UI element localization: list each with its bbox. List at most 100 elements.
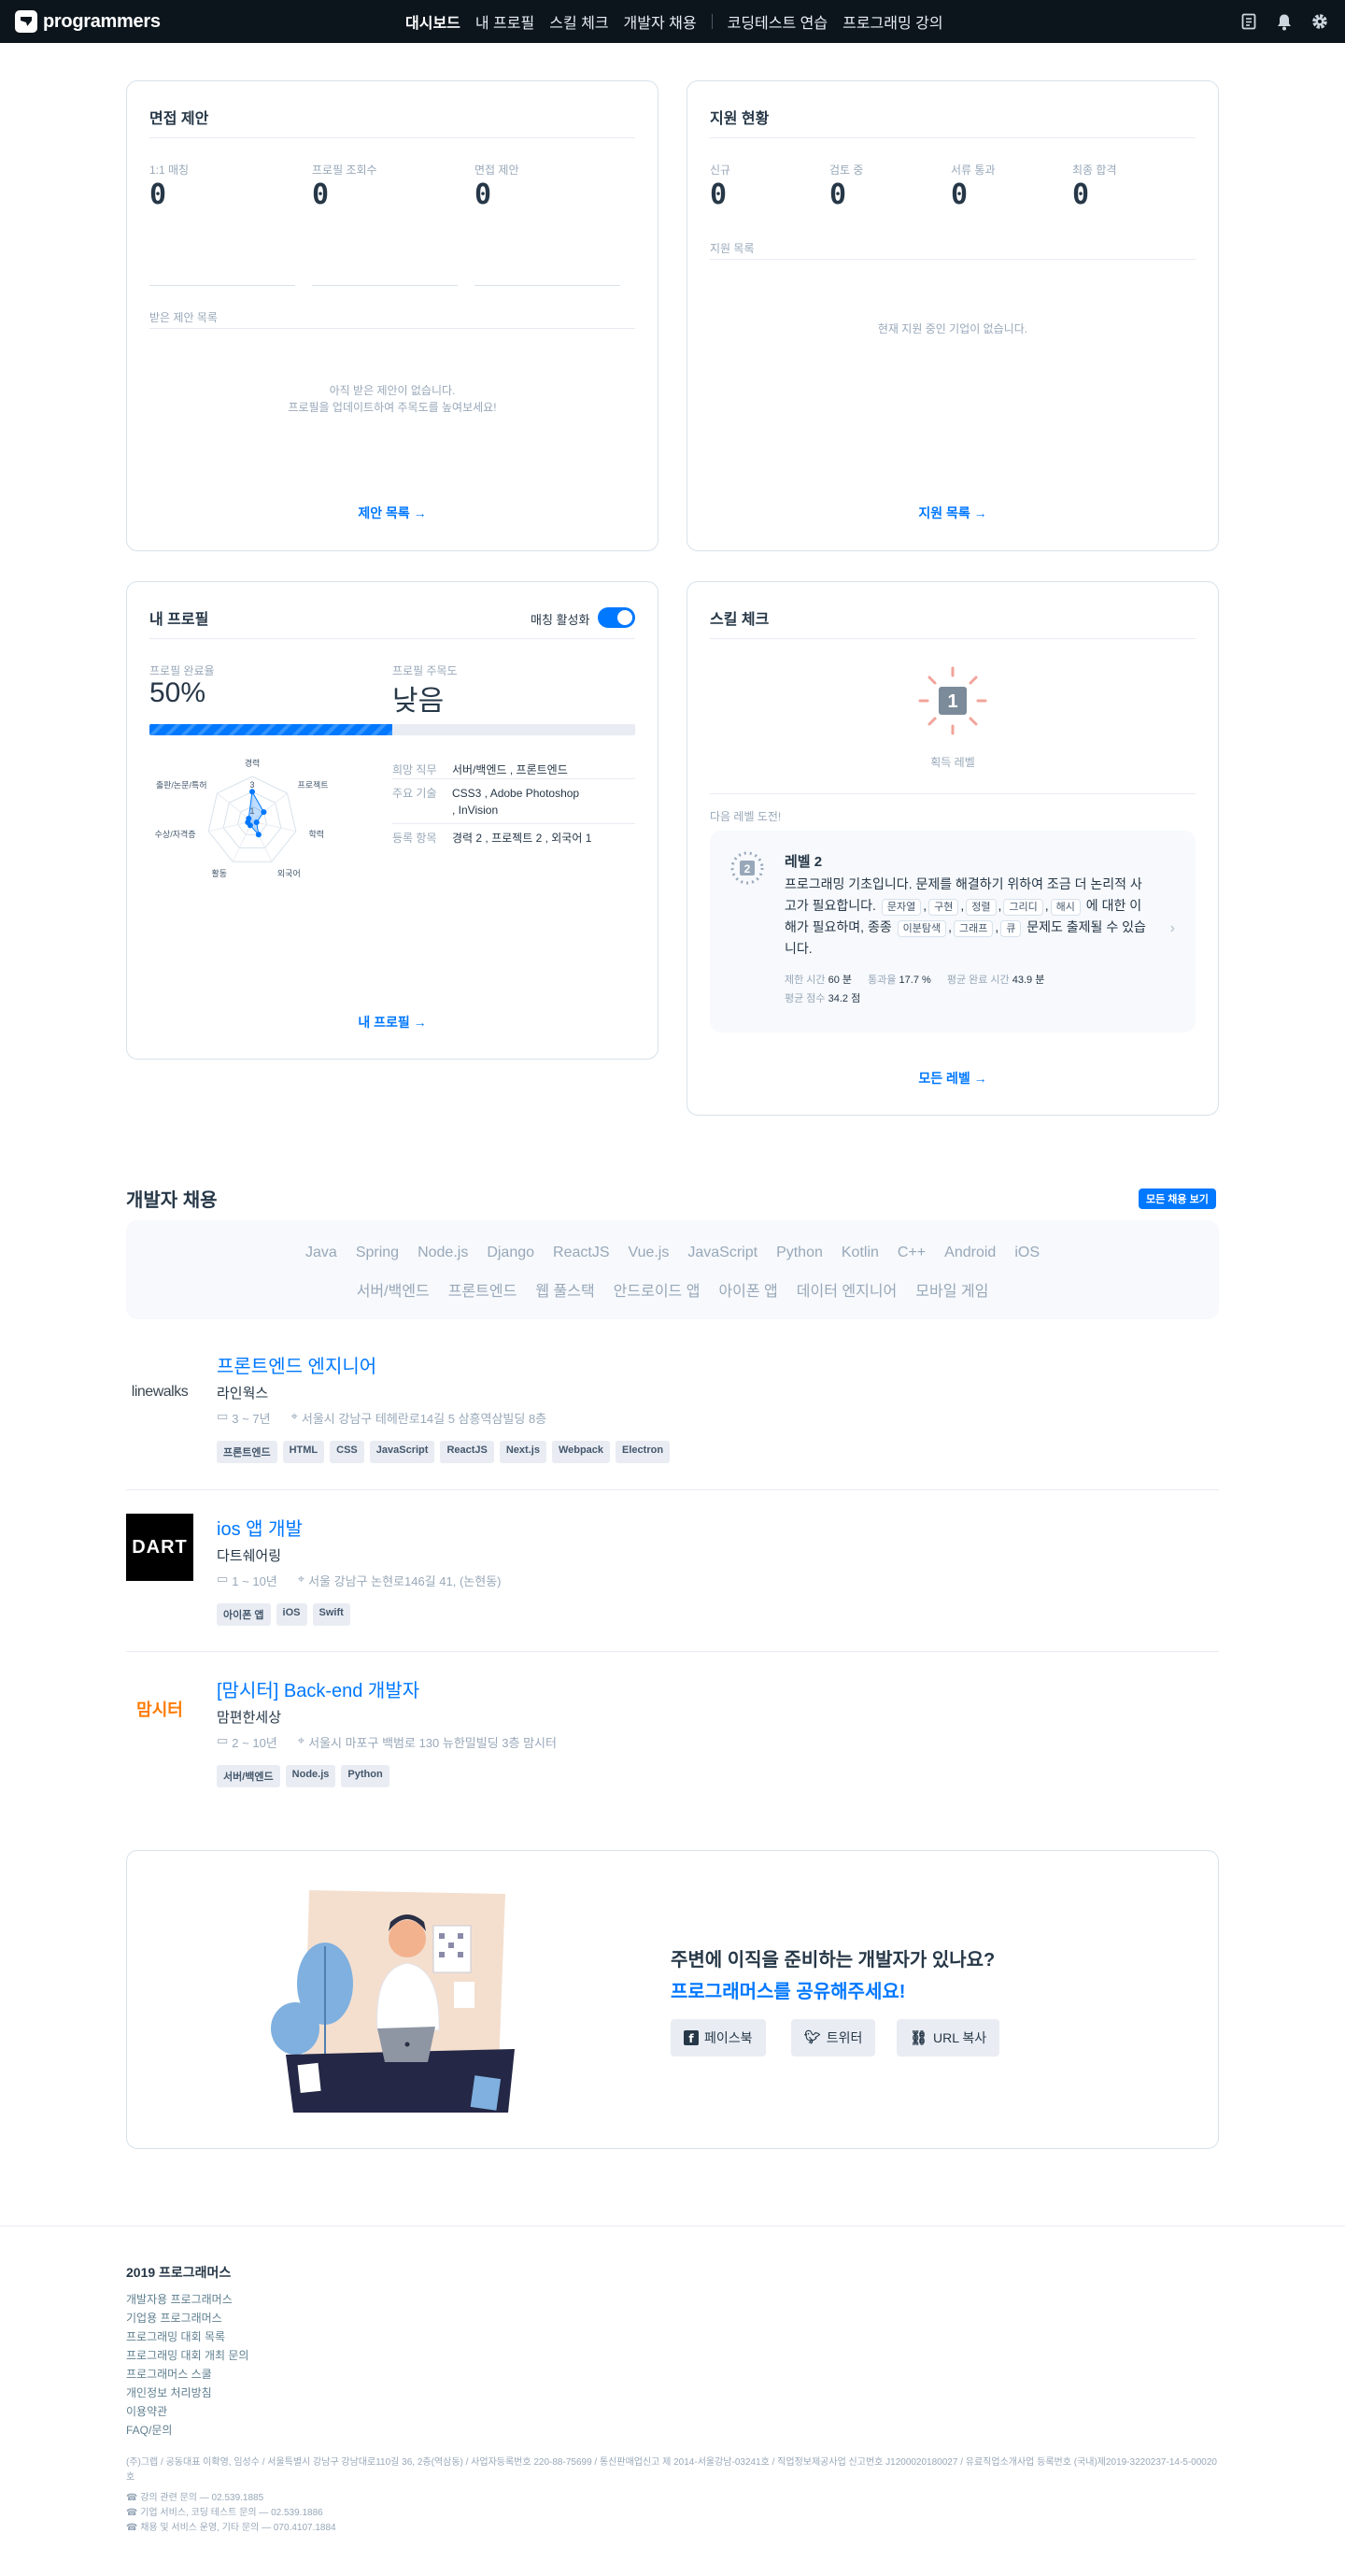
developer-illustration <box>271 1890 515 2113</box>
divider <box>710 137 1196 138</box>
tech-filter-chip[interactable]: Django <box>487 1245 534 1261</box>
footer-link[interactable]: 이용약관 <box>126 2403 167 2419</box>
tech-filter-chip[interactable]: C++ <box>898 1245 926 1261</box>
bell-icon[interactable] <box>1274 11 1295 32</box>
meta-key: 평균 완료 시간 <box>946 975 1010 986</box>
footer-link[interactable]: 개발자용 프로그래머스 <box>126 2291 233 2307</box>
radar-label: 출판/논문/특허 <box>156 780 207 790</box>
tech-filter-chip[interactable]: Python <box>776 1245 823 1261</box>
menu-dashboard[interactable]: 대시보드 <box>405 10 460 33</box>
job-tags: 아이폰 앱 iOS Swift <box>217 1603 356 1626</box>
job-meta: ▭ 2 ~ 10년 ⌖ 서울시 마포구 백범로 130 뉴한밀빌딩 3층 맘시터 <box>217 1733 557 1751</box>
divider <box>149 638 635 639</box>
footer-link[interactable]: 프로그래머스 스쿨 <box>126 2366 212 2382</box>
twitter-share-button[interactable]: 🐦︎ 트위터 <box>791 2019 876 2057</box>
job-item[interactable]: linewalks 프론트엔드 엔지니어 라인웍스 ▭ 3 ~ 7년 ⌖ 서울시 강… <box>126 1351 1219 1473</box>
footer-link[interactable]: 프로그래밍 대회 개최 문의 <box>126 2347 248 2363</box>
offers-list-link[interactable]: 제안 목록 → <box>127 504 658 522</box>
tech-filter-chip[interactable]: iOS <box>1014 1245 1040 1261</box>
position-filter-chip[interactable]: 아이폰 앱 <box>718 1278 777 1301</box>
tech-filter-chip[interactable]: Node.js <box>418 1245 468 1261</box>
jobs-section-title: 개발자 채용 <box>126 1190 218 1211</box>
job-career: 3 ~ 7년 <box>232 1412 271 1426</box>
resume-icon[interactable] <box>1239 11 1259 32</box>
all-levels-link[interactable]: 모든 레벨 → <box>687 1069 1218 1088</box>
next-level-box[interactable]: 2 레벨 2 프로그래밍 기초입니다. 문제를 해결하기 위하여 조금 더 논리… <box>710 831 1196 1032</box>
footer-link[interactable]: 기업용 프로그래머스 <box>126 2310 222 2326</box>
position-filter-chip[interactable]: 웹 풀스택 <box>535 1278 594 1301</box>
position-filter-row: 서버/백엔드 프론트엔드 웹 풀스택 안드로이드 앱 아이폰 앱 데이터 엔지니어 모바일 … <box>126 1278 1219 1301</box>
footer-link[interactable]: FAQ/문의 <box>126 2422 172 2438</box>
location-icon: ⌖ <box>297 1733 305 1747</box>
position-filter-chip[interactable]: 프론트엔드 <box>448 1278 517 1301</box>
profile-link[interactable]: 내 프로필 → <box>127 1013 658 1032</box>
tech-filter-chip[interactable]: Java <box>305 1245 337 1261</box>
info-key: 주요 기술 <box>392 787 437 800</box>
matching-toggle[interactable] <box>598 607 635 628</box>
attention-value: 낮음 <box>392 686 445 717</box>
logo-icon <box>15 10 37 33</box>
my-profile-card: 내 프로필 매칭 활성화 프로필 완료율 50% 프로필 주목도 낮음 경력 프로… <box>126 581 658 1060</box>
stat-value-passed: 0 <box>951 178 969 211</box>
facebook-share-button[interactable]: f 페이스북 <box>671 2019 766 2057</box>
job-title[interactable]: [맘시터] Back-end 개발자 <box>217 1675 419 1702</box>
all-jobs-button[interactable]: 모든 채용 보기 <box>1139 1188 1216 1209</box>
copy-url-button[interactable]: ⛓︎ URL 복사 <box>897 2019 1000 2057</box>
gear-icon[interactable] <box>1310 11 1330 32</box>
empty-offers-line2: 프로필을 업데이트하여 주목도를 높여보세요! <box>288 401 497 414</box>
stat-value-new: 0 <box>710 178 728 211</box>
main-menu: 대시보드 내 프로필 스킬 체크 개발자 채용 코딩테스트 연습 프로그래밍 강… <box>405 0 958 43</box>
job-filter-box: Java Spring Node.js Django ReactJS Vue.js Java… <box>126 1220 1219 1319</box>
menu-jobs[interactable]: 개발자 채용 <box>624 10 697 33</box>
matching-toggle-label: 매칭 활성화 <box>531 613 590 627</box>
info-row-skills: 주요 기술 CSS3 , Adobe Photoshop , InVision <box>392 778 635 818</box>
job-tag: CSS <box>330 1441 364 1463</box>
info-value: CSS3 , Adobe Photoshop , InVision <box>452 787 580 817</box>
menu-lectures[interactable]: 프로그래밍 강의 <box>842 10 943 33</box>
menu-profile[interactable]: 내 프로필 <box>475 10 534 33</box>
career-icon: ▭ <box>217 1572 229 1586</box>
topic-chip: 그리디 <box>1003 899 1043 916</box>
logo[interactable]: programmers <box>15 10 161 33</box>
empty-applications: 현재 지원 중인 기업이 없습니다. <box>877 322 1028 335</box>
position-filter-chip[interactable]: 안드로이드 앱 <box>614 1278 701 1301</box>
tech-filter-chip[interactable]: JavaScript <box>687 1245 757 1261</box>
tech-filter-chip[interactable]: ReactJS <box>553 1245 609 1261</box>
profile-radar-chart: 경력프로젝트학력외국어 활동 수상/자격증 출판/논문/특허 3 1 <box>155 758 329 878</box>
position-filter-chip[interactable]: 서버/백엔드 <box>357 1278 430 1301</box>
company-logo: linewalks <box>126 1359 193 1426</box>
stat-label-passed: 서류 통과 <box>951 164 996 177</box>
job-tags: 프론트엔드 HTML CSS JavaScript ReactJS Next.j… <box>217 1441 675 1463</box>
next-level-number: 2 <box>744 862 751 875</box>
divider <box>710 259 1196 260</box>
footer-link[interactable]: 프로그래밍 대회 목록 <box>126 2328 225 2344</box>
meta-value: 34.2 점 <box>828 993 861 1004</box>
position-filter-chip[interactable]: 데이터 엔지니어 <box>797 1278 898 1301</box>
menu-coding-test[interactable]: 코딩테스트 연습 <box>728 10 828 33</box>
job-title[interactable]: 프론트엔드 엔지니어 <box>217 1351 376 1378</box>
meta-value: 17.7 % <box>899 975 931 986</box>
tech-filter-chip[interactable]: Vue.js <box>628 1245 669 1261</box>
copy-url-label: URL 복사 <box>933 2030 987 2045</box>
menu-skill-check[interactable]: 스킬 체크 <box>549 10 608 33</box>
tech-filter-chip[interactable]: Spring <box>356 1245 399 1261</box>
career-icon: ▭ <box>217 1409 229 1423</box>
twitter-label: 트위터 <box>826 2030 863 2045</box>
stat-value-final: 0 <box>1072 178 1090 211</box>
stat-bar <box>312 285 458 286</box>
position-filter-chip[interactable]: 모바일 게임 <box>915 1278 988 1301</box>
topic-chip: 큐 <box>1000 920 1022 937</box>
share-cta: 프로그래머스를 공유해주세요! <box>671 1982 906 2002</box>
tech-filter-chip[interactable]: Kotlin <box>842 1245 879 1261</box>
job-title[interactable]: ios 앱 개발 <box>217 1514 303 1541</box>
applications-list-link[interactable]: 지원 목록 → <box>687 504 1218 522</box>
company-logo: 맘시터 <box>126 1675 193 1743</box>
job-tag: Python <box>341 1765 389 1787</box>
job-item[interactable]: 맘시터 [맘시터] Back-end 개발자 맘편한세상 ▭ 2 ~ 10년 ⌖ 서… <box>126 1675 1219 1797</box>
job-tag: JavaScript <box>369 1441 435 1463</box>
footer-link[interactable]: 개인정보 처리방침 <box>126 2384 212 2400</box>
job-item[interactable]: DART ios 앱 개발 다트쉐어링 ▭ 1 ~ 10년 ⌖ 서울 강남구 논현로… <box>126 1514 1219 1635</box>
topic-chip: 해시 <box>1050 899 1081 916</box>
tech-filter-chip[interactable]: Android <box>944 1245 996 1261</box>
divider <box>710 793 1196 794</box>
